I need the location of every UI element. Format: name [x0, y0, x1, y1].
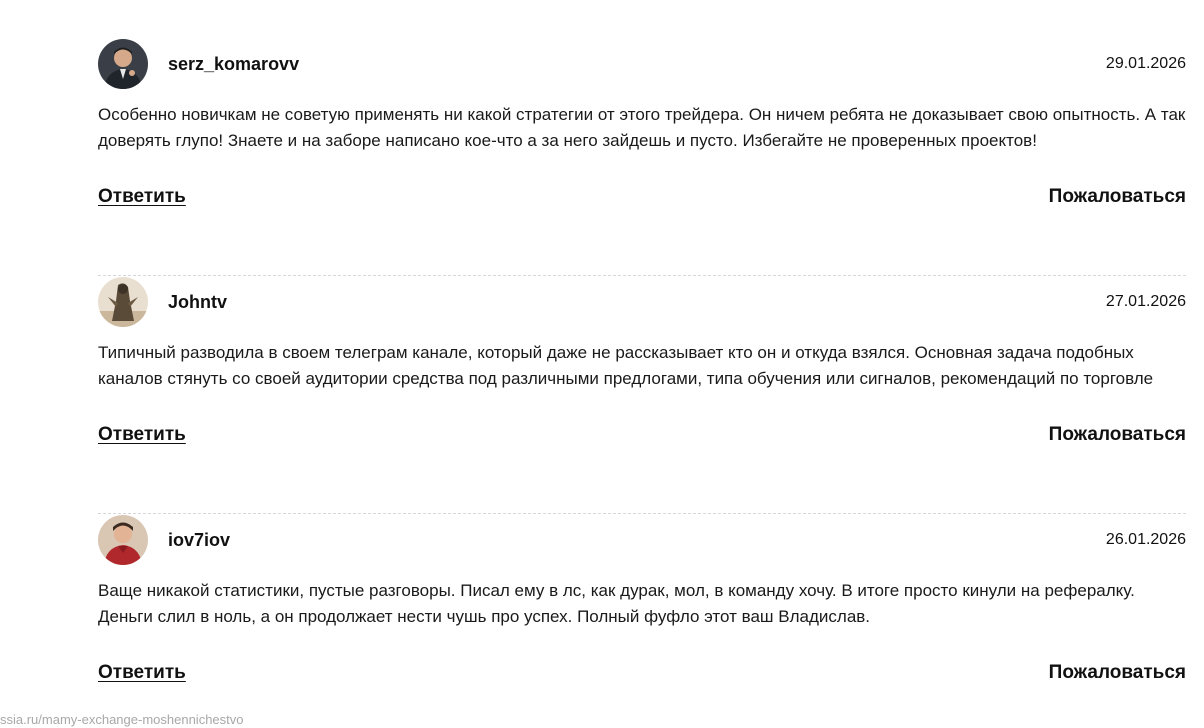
comment-date: 27.01.2026 [1105, 293, 1186, 310]
comment-item: serz_komarovv 29.01.2026 Особенно новичк… [98, 38, 1186, 276]
avatar[interactable] [98, 277, 148, 327]
comments-page: serz_komarovv 29.01.2026 Особенно новичк… [0, 0, 1204, 728]
comment-author: Johntv [168, 292, 228, 312]
comment-actions: Ответить Пожаловаться [98, 186, 1186, 216]
comment-date: 29.01.2026 [1105, 55, 1186, 72]
report-link[interactable]: Пожаловаться [1049, 662, 1186, 684]
report-link[interactable]: Пожаловаться [1049, 186, 1186, 208]
comment-list: serz_komarovv 29.01.2026 Особенно новичк… [98, 38, 1186, 728]
user-photo-icon [98, 39, 148, 89]
comment-author: serz_komarovv [168, 54, 300, 74]
comment-header: iov7iov 26.01.2026 [98, 514, 1186, 566]
comment-item: Johntv 27.01.2026 Типичный разводила в с… [98, 276, 1186, 514]
comment-date: 26.01.2026 [1105, 531, 1186, 548]
avatar[interactable] [98, 39, 148, 89]
comment-header: serz_komarovv 29.01.2026 [98, 38, 1186, 90]
status-bar-url: ssia.ru/mamy-exchange-moshennichestvo [0, 712, 250, 728]
user-photo-icon [98, 515, 148, 565]
avatar[interactable] [98, 515, 148, 565]
reply-link[interactable]: Ответить [98, 424, 186, 446]
comment-item: iov7iov 26.01.2026 Ваще никакой статисти… [98, 514, 1186, 728]
comment-actions: Ответить Пожаловаться [98, 424, 1186, 454]
comment-text: Ваще никакой статистики, пустые разговор… [98, 581, 1135, 626]
comment-author: iov7iov [168, 530, 231, 550]
comment-actions: Ответить Пожаловаться [98, 662, 1186, 692]
reply-link[interactable]: Ответить [98, 186, 186, 208]
user-photo-icon [98, 277, 148, 327]
report-link[interactable]: Пожаловаться [1049, 424, 1186, 446]
comment-text: Типичный разводила в своем телеграм кана… [98, 343, 1154, 388]
reply-link[interactable]: Ответить [98, 662, 186, 684]
comment-header: Johntv 27.01.2026 [98, 276, 1186, 328]
comment-text: Особенно новичкам не советую применять н… [98, 105, 1186, 150]
